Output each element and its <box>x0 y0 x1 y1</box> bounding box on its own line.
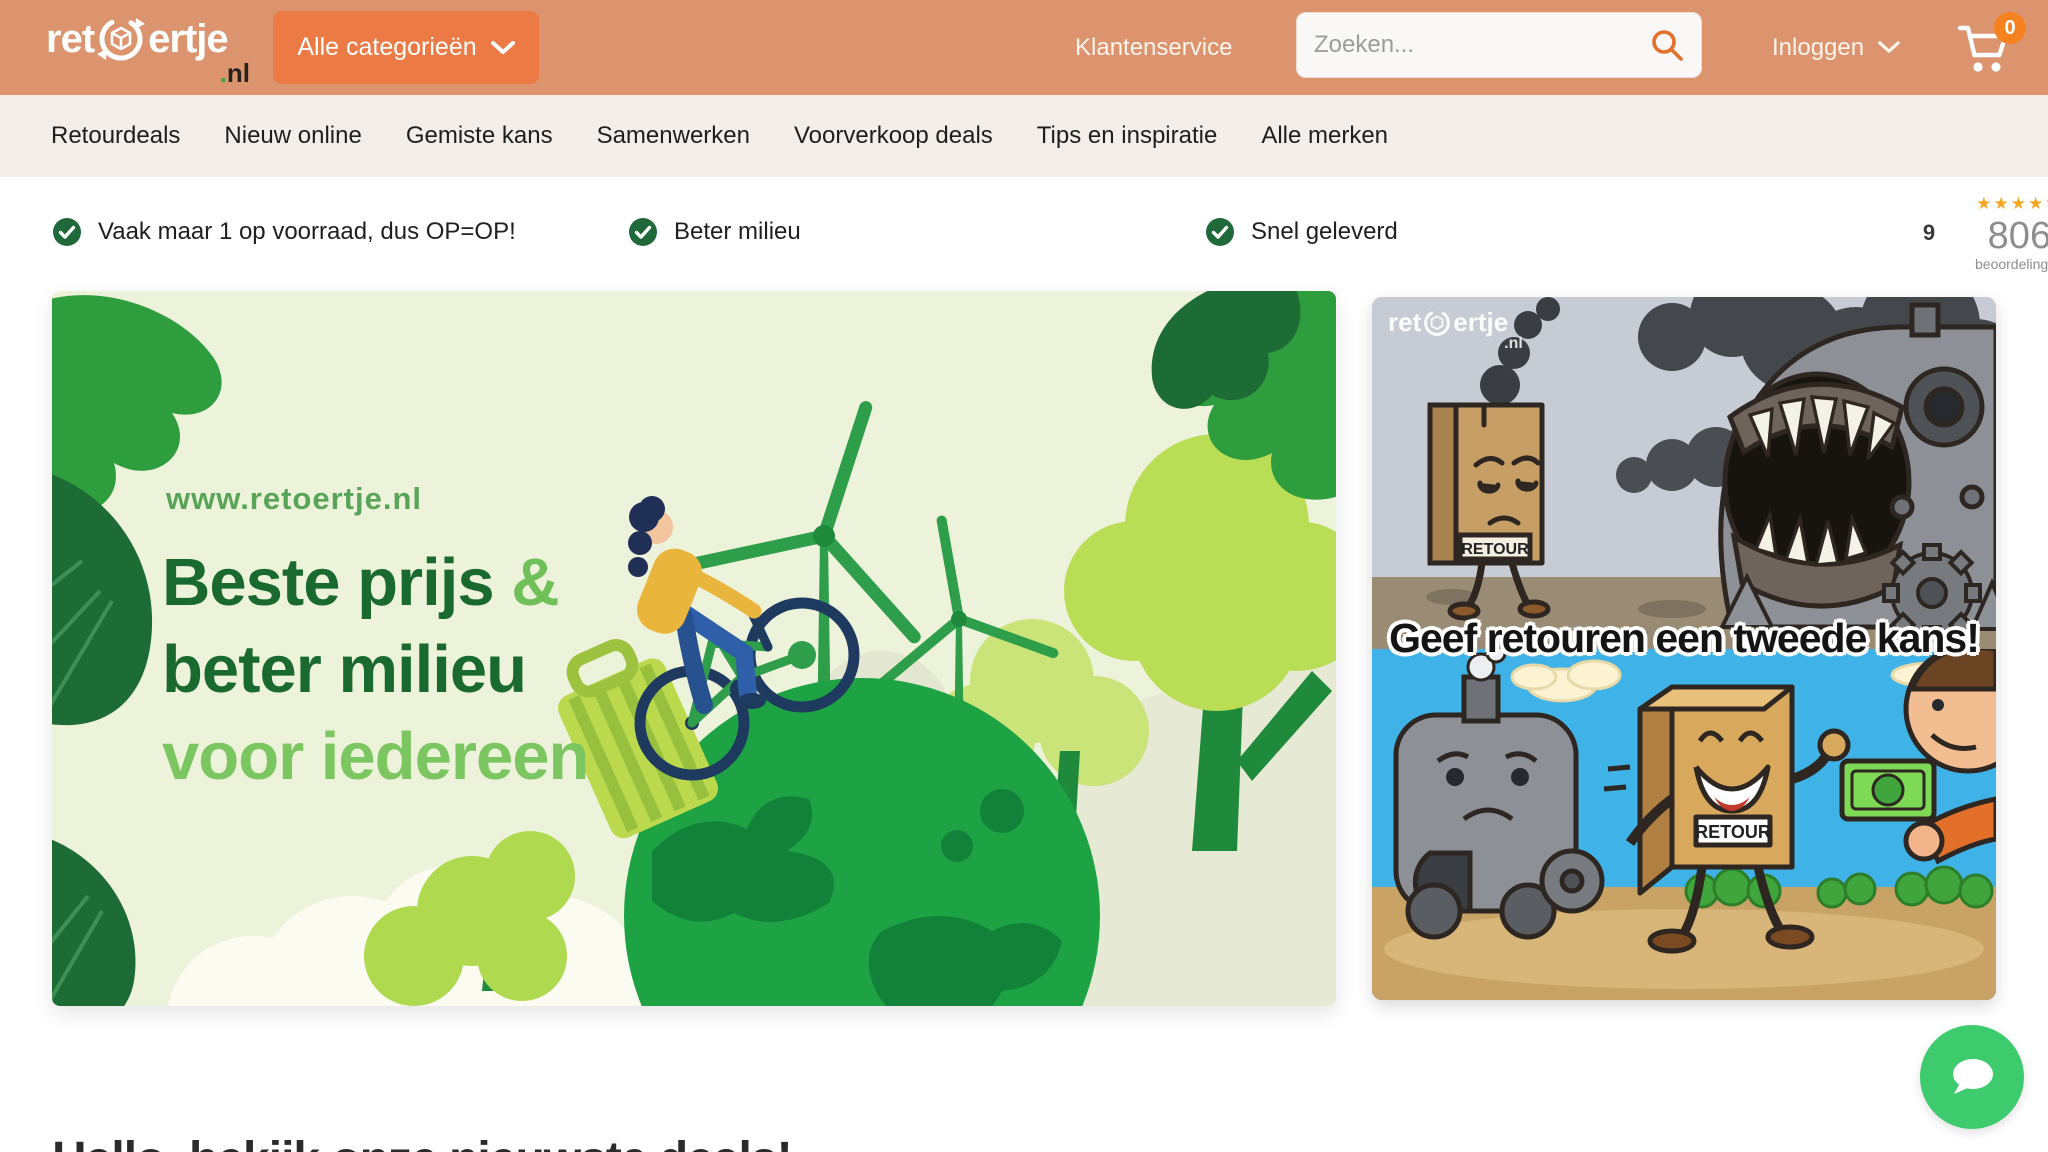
nav-item-voorverkoop-deals[interactable]: Voorverkoop deals <box>794 122 993 150</box>
check-icon <box>628 217 658 247</box>
nav-item-alle-merken[interactable]: Alle merken <box>1261 122 1388 150</box>
main-nav: Retourdeals Nieuw online Gemiste kans Sa… <box>0 95 2048 177</box>
promo-bottom-scene: RETOUR <box>1372 649 1996 1000</box>
usp-item-stock: Vaak maar 1 op voorraad, dus OP=OP! <box>52 177 516 287</box>
nav-item-tips-en-inspiratie[interactable]: Tips en inspiratie <box>1037 122 1218 150</box>
hero-banner[interactable]: www.retoertje.nl Beste prijs & beter mil… <box>52 291 1336 1006</box>
section-heading-clipped: Hallo, bekijk onze nieuwste deals! <box>52 1132 792 1152</box>
usp-label: Vaak maar 1 op voorraad, dus OP=OP! <box>98 218 516 246</box>
all-categories-button[interactable]: Alle categorieën <box>273 11 539 84</box>
svg-text:RETOUR: RETOUR <box>1695 822 1771 842</box>
usp-item-levering: Snel geleverd <box>1205 177 1398 287</box>
review-count-label: beoordelingen <box>1975 257 2048 271</box>
rating-ring: 9 <box>1893 197 1965 269</box>
star-rating-icons: ★★★★★★ <box>1976 195 2048 215</box>
nav-item-gemiste-kans[interactable]: Gemiste kans <box>406 122 553 150</box>
cart-count-badge: 0 <box>1994 12 2026 44</box>
logo-tld: .nl <box>220 58 250 89</box>
rating-score: 9 <box>1907 211 1951 255</box>
nav-item-retourdeals[interactable]: Retourdeals <box>51 122 180 150</box>
svg-text:RETOUR: RETOUR <box>1461 541 1529 558</box>
check-icon <box>1205 217 1235 247</box>
usp-bar: Vaak maar 1 op voorraad, dus OP=OP! Bete… <box>0 177 2048 287</box>
review-count: 806 <box>1988 217 2048 255</box>
chevron-down-icon <box>491 41 515 55</box>
chat-bubble-icon <box>1946 1053 1998 1101</box>
review-rating-widget[interactable]: 9 ★★★★★★ 806 beoordelingen <box>1893 195 2048 271</box>
usp-label: Beter milieu <box>674 218 801 246</box>
top-header: ret ertje .nl Alle categorieën <box>0 0 2048 95</box>
login-button[interactable]: Inloggen <box>1772 0 1900 95</box>
recycle-box-logo-icon <box>96 14 146 64</box>
chat-button[interactable] <box>1920 1025 2024 1129</box>
usp-item-milieu: Beter milieu <box>628 177 801 287</box>
search-icon[interactable] <box>1650 28 1684 62</box>
logo-text-pre: ret <box>46 17 94 62</box>
usp-label: Snel geleverd <box>1251 218 1398 246</box>
search-input[interactable] <box>1314 31 1650 59</box>
promo-banner[interactable]: RETOUR <box>1372 297 1996 1000</box>
cart-button[interactable]: 0 <box>1956 22 2020 78</box>
site-logo[interactable]: ret ertje .nl <box>46 14 250 89</box>
logo-text-post: ertje <box>148 17 228 62</box>
search-bar <box>1296 12 1702 78</box>
page: ret ertje .nl Alle categorieën <box>0 0 2048 1152</box>
nav-item-nieuw-online[interactable]: Nieuw online <box>224 122 361 150</box>
recycle-box-logo-icon <box>1422 308 1452 338</box>
promo-title: Geef retouren een tweede kans! <box>1372 615 1996 662</box>
promo-logo-watermark: ret ertje .nl <box>1388 307 1523 353</box>
nav-item-samenwerken[interactable]: Samenwerken <box>597 122 750 150</box>
chevron-down-icon <box>1878 41 1900 54</box>
hero-heading: Beste prijs & beter milieu voor iedereen <box>162 539 588 800</box>
check-icon <box>52 217 82 247</box>
all-categories-label: Alle categorieën <box>297 33 476 62</box>
hero-url-text: www.retoertje.nl <box>166 481 422 517</box>
customer-service-link[interactable]: Klantenservice <box>1075 0 1232 95</box>
